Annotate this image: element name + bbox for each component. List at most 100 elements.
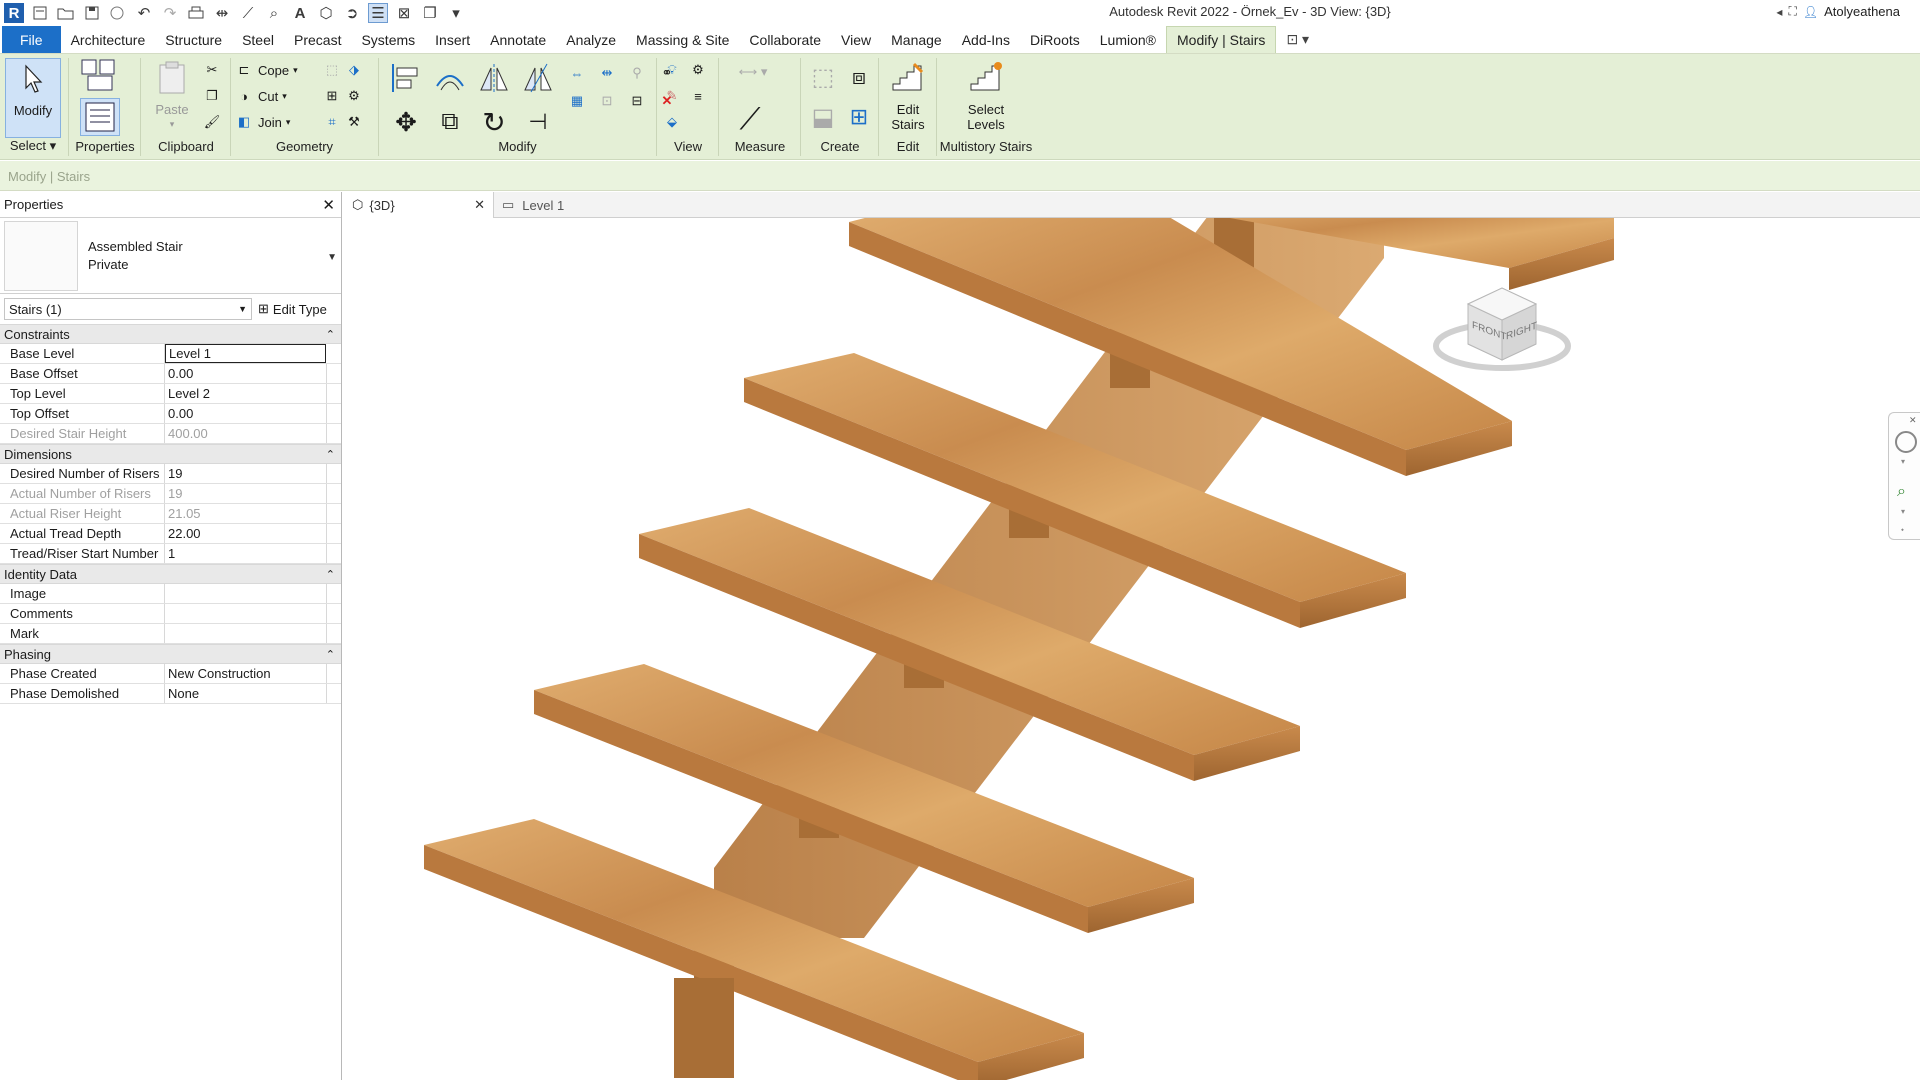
measure-between-icon[interactable]: ⟷ ▾ bbox=[730, 62, 776, 82]
collapse-group-icon[interactable]: ⌃ bbox=[326, 568, 335, 581]
create-assembly-icon[interactable]: ⬚ bbox=[806, 60, 840, 94]
modify-button[interactable]: Modify bbox=[5, 58, 61, 138]
property-group-header[interactable]: Dimensions ⌃ bbox=[0, 444, 341, 464]
cut-geometry-button[interactable]: ◑ Cut ▾ bbox=[234, 86, 287, 106]
property-group-header[interactable]: Phasing ⌃ bbox=[0, 644, 341, 664]
property-group-header[interactable]: Constraints ⌃ bbox=[0, 324, 341, 344]
scale-icon[interactable]: ⊡ bbox=[596, 90, 618, 112]
property-value-field[interactable]: Level 1 bbox=[165, 344, 326, 363]
hide-in-view-icon[interactable]: 💡︎ bbox=[662, 60, 682, 80]
text-icon[interactable]: A bbox=[290, 3, 310, 23]
cope-button[interactable]: ⊏ Cope ▾ bbox=[234, 60, 298, 80]
tab-insert[interactable]: Insert bbox=[425, 26, 480, 53]
linework-icon[interactable]: ✎ bbox=[662, 86, 682, 106]
create-group-icon[interactable]: ⬓ bbox=[806, 100, 840, 134]
split-face-icon[interactable]: ⬗ bbox=[344, 60, 364, 80]
expand-icon[interactable]: ⬩ bbox=[1901, 525, 1904, 535]
user-name[interactable]: Atolyeathena bbox=[1824, 4, 1900, 19]
create-parts-icon[interactable]: ⧈ bbox=[842, 60, 876, 94]
collapse-group-icon[interactable]: ⌃ bbox=[326, 328, 335, 341]
demolish-icon[interactable]: ⌗ bbox=[322, 112, 342, 132]
redo-icon[interactable]: ↷ bbox=[160, 3, 180, 23]
property-value-field[interactable]: 1 bbox=[165, 544, 327, 563]
unjoin-icon[interactable]: ⊞ bbox=[322, 86, 342, 106]
tab-lumion[interactable]: Lumion® bbox=[1090, 26, 1166, 53]
create-similar-icon[interactable]: ⊞ bbox=[842, 100, 876, 134]
match-properties-icon[interactable]: 🖌︎ bbox=[202, 112, 222, 132]
hammer-icon[interactable]: ⚒ bbox=[344, 112, 364, 132]
move-icon[interactable]: ✥ bbox=[388, 104, 424, 140]
mirror-draw-axis-icon[interactable] bbox=[520, 60, 556, 96]
tab-view[interactable]: View bbox=[831, 26, 881, 53]
cut-scissors-icon[interactable]: ✂ bbox=[202, 60, 222, 80]
measure-icon[interactable]: ⇹ bbox=[212, 3, 232, 23]
switch-windows-icon[interactable]: ❐ bbox=[420, 3, 440, 23]
print-icon[interactable] bbox=[186, 3, 206, 23]
instance-filter-dropdown[interactable]: Stairs (1) ▼ bbox=[4, 298, 252, 320]
property-value-field[interactable]: None bbox=[165, 684, 327, 703]
property-value-field[interactable]: 19 bbox=[165, 464, 327, 483]
copy-element-icon[interactable]: ⧉ bbox=[432, 104, 468, 140]
ribbon-display-toggle-icon[interactable]: ⊡ ▾ bbox=[1276, 26, 1319, 53]
aligned-dimension-icon[interactable]: ⟋ bbox=[730, 100, 770, 140]
open-folder-icon[interactable] bbox=[56, 3, 76, 23]
chevron-down-icon[interactable]: ▾ bbox=[1901, 457, 1905, 466]
section-icon[interactable]: ➲ bbox=[342, 3, 362, 23]
collapse-group-icon[interactable]: ⌃ bbox=[326, 448, 335, 461]
tab-architecture[interactable]: Architecture bbox=[61, 26, 156, 53]
selection-box-icon[interactable]: ⬙ bbox=[662, 112, 682, 132]
paint-icon[interactable]: ⚙ bbox=[344, 86, 364, 106]
stair-model[interactable] bbox=[344, 218, 1920, 1080]
tab-steel[interactable]: Steel bbox=[232, 26, 284, 53]
3d-view-canvas[interactable]: FRONT RIGHT bbox=[344, 218, 1920, 1080]
user-area[interactable]: ◂ ⛶ 👤︎ Atolyeathena bbox=[1776, 4, 1900, 19]
steering-wheel-icon[interactable] bbox=[1895, 431, 1917, 453]
copy-icon[interactable]: ❐ bbox=[202, 86, 222, 106]
mirror-pick-axis-icon[interactable] bbox=[476, 60, 512, 96]
type-properties-button[interactable] bbox=[80, 58, 118, 92]
edit-type-button[interactable]: ⊞ Edit Type bbox=[258, 301, 327, 317]
revit-logo-icon[interactable]: R bbox=[4, 3, 24, 23]
close-icon[interactable]: ✕ bbox=[1909, 415, 1917, 426]
paste-button[interactable]: Paste ▾ bbox=[144, 58, 200, 140]
edit-stairs-button[interactable]: Edit Stairs bbox=[880, 58, 936, 140]
select-dropdown[interactable]: Select ▾ bbox=[0, 138, 66, 154]
offset-icon[interactable] bbox=[432, 60, 468, 96]
viewcube[interactable]: FRONT RIGHT bbox=[1432, 278, 1572, 378]
property-group-header[interactable]: Identity Data ⌃ bbox=[0, 564, 341, 584]
rotate-icon[interactable]: ↻ bbox=[476, 104, 512, 140]
dimension-icon[interactable]: ⟋ bbox=[238, 3, 258, 23]
tag-icon[interactable]: ⌕ bbox=[264, 3, 284, 23]
tab-precast[interactable]: Precast bbox=[284, 26, 351, 53]
close-hidden-icon[interactable]: ⊠ bbox=[394, 3, 414, 23]
collapse-group-icon[interactable]: ⌃ bbox=[326, 648, 335, 661]
open-icon[interactable] bbox=[30, 3, 50, 23]
trim-single-icon[interactable]: ⊟ bbox=[626, 90, 648, 112]
property-value-field[interactable]: 0.00 bbox=[165, 404, 327, 423]
close-icon[interactable]: ✕ bbox=[474, 197, 485, 213]
select-levels-button[interactable]: Select Levels bbox=[958, 58, 1014, 140]
view-tab-3d[interactable]: ⬡ {3D} ✕ bbox=[344, 192, 494, 218]
sync-icon[interactable] bbox=[108, 3, 128, 23]
zoom-icon[interactable]: ⌕ bbox=[1897, 483, 1906, 501]
chevron-down-icon[interactable]: ▾ bbox=[1901, 507, 1905, 516]
type-selector[interactable]: Assembled Stair Private ▼ bbox=[0, 218, 341, 294]
thin-lines-toggle-icon[interactable]: ≡ bbox=[688, 86, 708, 106]
property-value-field[interactable] bbox=[165, 624, 327, 643]
wall-joins-icon[interactable]: ⬚ bbox=[322, 60, 342, 80]
tab-analyze[interactable]: Analyze bbox=[556, 26, 626, 53]
tab-file[interactable]: File bbox=[2, 26, 61, 53]
split-gap-icon[interactable]: ⇹ bbox=[596, 62, 618, 84]
property-value-field[interactable] bbox=[165, 604, 327, 623]
property-value-field[interactable]: 0.00 bbox=[165, 364, 327, 383]
split-element-icon[interactable]: ⇔ bbox=[566, 62, 588, 84]
save-icon[interactable] bbox=[82, 3, 102, 23]
property-value-field[interactable]: 22.00 bbox=[165, 524, 327, 543]
join-button[interactable]: ◧ Join ▾ bbox=[234, 112, 291, 132]
tab-modify-stairs[interactable]: Modify | Stairs bbox=[1166, 26, 1277, 53]
tab-add-ins[interactable]: Add-Ins bbox=[952, 26, 1020, 53]
user-icon[interactable]: 👤︎ bbox=[1803, 5, 1818, 19]
tab-collaborate[interactable]: Collaborate bbox=[739, 26, 831, 53]
align-icon[interactable] bbox=[388, 60, 424, 96]
properties-button[interactable] bbox=[80, 98, 120, 136]
